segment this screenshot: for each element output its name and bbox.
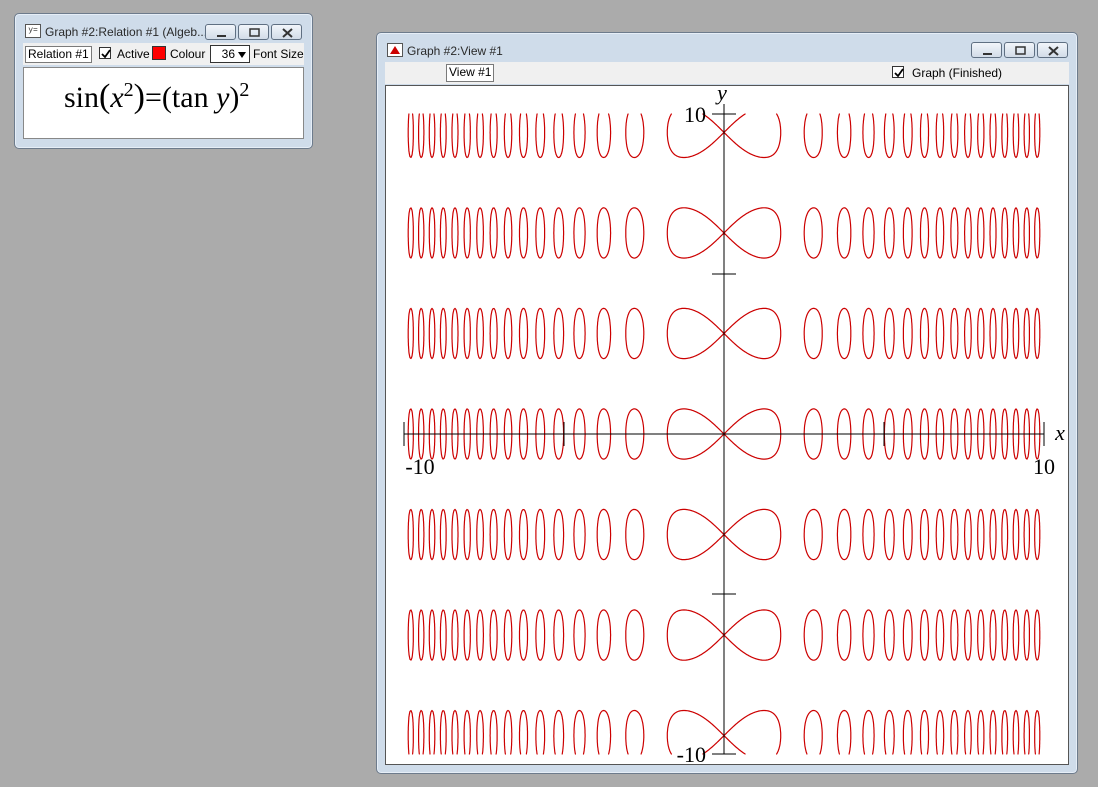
minimize-icon — [983, 53, 992, 55]
dropdown-arrow-icon — [238, 52, 246, 58]
graph-plot[interactable]: -10 10 10 -10 x y — [386, 86, 1068, 764]
x-min-label: -10 — [405, 454, 434, 479]
view-close-button[interactable] — [1037, 42, 1068, 58]
y-max-label: 10 — [684, 102, 706, 127]
x-axis-label: x — [1054, 420, 1065, 445]
formula-x: x — [110, 81, 124, 114]
maximize-icon — [249, 28, 260, 37]
y-axis-label: y — [715, 86, 727, 105]
graph-canvas[interactable]: -10 10 10 -10 x y — [385, 85, 1069, 765]
relation-toolbar: Relation #1 Active Colour 36 Font Size — [23, 43, 304, 65]
font-size-select[interactable]: 36 — [210, 45, 250, 63]
graph-finished-label: Graph (Finished) — [912, 66, 1003, 80]
formula-paren-open: ( — [99, 78, 111, 115]
formula-tan: (tan — [161, 81, 217, 114]
relation-tab[interactable]: Relation #1 — [25, 46, 92, 63]
view-window-title: Graph #2:View #1 — [407, 44, 503, 58]
view-minimize-button[interactable] — [971, 42, 1002, 58]
close-icon — [1048, 46, 1059, 56]
font-size-label: Font Size — [253, 47, 304, 61]
close-button[interactable] — [271, 24, 302, 40]
formula-equals: = — [145, 81, 162, 114]
formula-paren-close: ) — [133, 78, 145, 115]
colour-swatch[interactable] — [152, 46, 166, 60]
font-size-value: 36 — [221, 47, 235, 61]
relation-window-title: Graph #2:Relation #1 (Algeb... — [45, 25, 208, 39]
formula-paren-close-2: ) — [229, 81, 240, 114]
formula-exp-x: 2 — [123, 79, 134, 101]
relation-window-titlebar[interactable]: y= Graph #2:Relation #1 (Algeb... — [15, 14, 312, 40]
colour-label: Colour — [170, 47, 206, 61]
maximize-icon — [1015, 46, 1026, 55]
formula-display: sin(x2)=(tan y)2 — [64, 78, 249, 116]
formula-exp-tan: 2 — [239, 79, 250, 101]
view-maximize-button[interactable] — [1004, 42, 1035, 58]
minimize-icon — [217, 35, 226, 37]
formula-y: y — [216, 81, 230, 114]
active-checkbox[interactable] — [99, 47, 111, 59]
minimize-button[interactable] — [205, 24, 236, 40]
close-icon — [282, 28, 293, 38]
checkmark-icon — [894, 68, 904, 78]
view-toolbar: View #1 Graph (Finished) — [385, 62, 1069, 84]
relation-app-icon: y= — [25, 24, 41, 38]
checkmark-icon — [101, 49, 111, 59]
formula-sin: sin — [64, 81, 100, 114]
view-tab[interactable]: View #1 — [446, 64, 494, 82]
y-min-label: -10 — [677, 742, 706, 764]
maximize-button[interactable] — [238, 24, 269, 40]
relation-window: y= Graph #2:Relation #1 (Algeb... Relati… — [14, 13, 313, 149]
view-window-titlebar[interactable]: Graph #2:View #1 — [377, 33, 1077, 59]
view-window: Graph #2:View #1 View #1 Graph (Finished… — [376, 32, 1078, 774]
graph-finished-checkbox[interactable] — [892, 66, 904, 78]
formula-pane[interactable]: sin(x2)=(tan y)2 — [23, 67, 304, 139]
active-label: Active — [117, 47, 150, 61]
x-max-label: 10 — [1033, 454, 1055, 479]
graph-app-icon — [387, 43, 403, 57]
